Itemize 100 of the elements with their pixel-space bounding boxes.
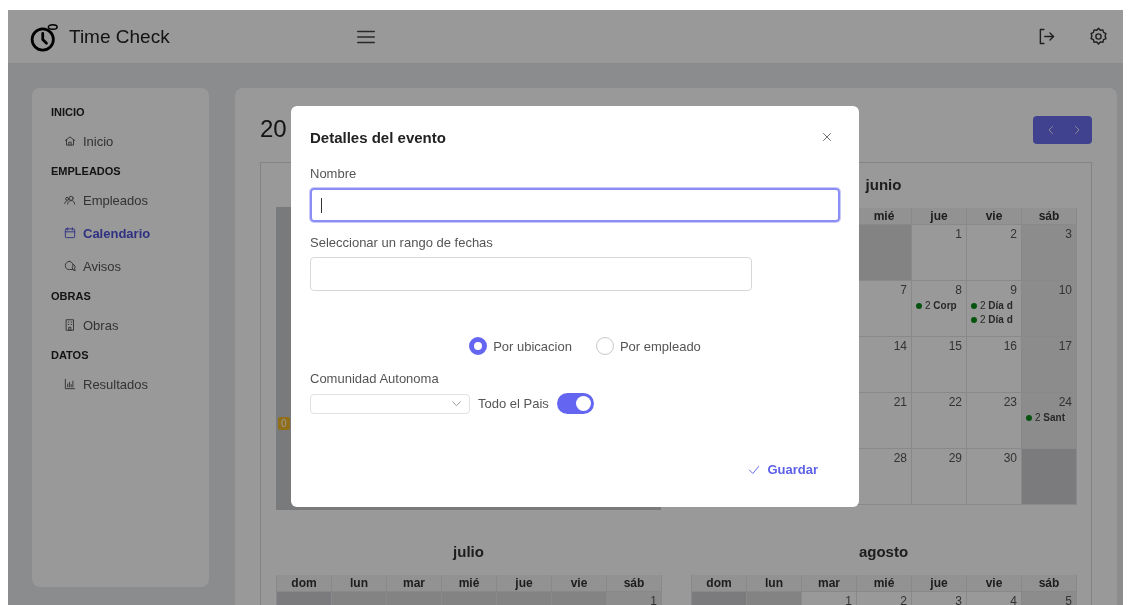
day-number: 23 bbox=[1003, 395, 1017, 409]
sidebar-item[interactable]: Empleados bbox=[63, 187, 149, 213]
month-nav-button[interactable] bbox=[1033, 116, 1092, 144]
section-heading: INICIO bbox=[51, 105, 85, 120]
calendar-cell[interactable]: 2 bbox=[967, 225, 1022, 281]
weekday-header: vie bbox=[967, 575, 1022, 592]
month-title: junio bbox=[864, 175, 903, 195]
calendar-cell[interactable]: 1 bbox=[607, 592, 662, 605]
weekday-header: vie bbox=[967, 208, 1022, 225]
home-icon bbox=[63, 134, 77, 148]
calendar-cell[interactable]: 1 bbox=[912, 225, 967, 281]
sidebar-item[interactable]: Calendario bbox=[63, 220, 151, 246]
field-label: Nombre bbox=[310, 166, 357, 181]
calendar-cell[interactable]: 15 bbox=[912, 337, 967, 393]
settings-icon[interactable] bbox=[1088, 26, 1109, 47]
calendar-cell[interactable]: 28 bbox=[857, 449, 912, 505]
sidebar-item[interactable]: Resultados bbox=[63, 371, 149, 397]
month-title: agosto bbox=[857, 542, 910, 562]
stopwatch-icon bbox=[29, 21, 59, 52]
day-number: 24 bbox=[1058, 395, 1072, 409]
sidebar-item[interactable]: Avisos bbox=[63, 253, 122, 279]
calendar-cell[interactable]: 21 bbox=[857, 393, 912, 449]
day-number: 1 bbox=[845, 594, 852, 605]
people-icon bbox=[63, 193, 77, 207]
day-number: 15 bbox=[948, 339, 962, 353]
radio-button[interactable] bbox=[595, 337, 614, 355]
event-dot bbox=[916, 302, 922, 309]
bar-chart-icon bbox=[63, 377, 77, 391]
weekday-header: vie bbox=[552, 575, 607, 592]
day-number: 2 bbox=[1010, 227, 1017, 241]
calendar-cell[interactable]: 16 bbox=[967, 337, 1022, 393]
sidebar-item[interactable]: Inicio bbox=[63, 128, 114, 154]
day-number: 1 bbox=[650, 594, 657, 605]
calendar-cell[interactable] bbox=[857, 225, 912, 281]
sidebar-item[interactable]: Obras bbox=[63, 312, 119, 338]
building-icon bbox=[63, 318, 77, 332]
day-number: 3 bbox=[955, 594, 962, 605]
dialog-title: Detalles del evento bbox=[310, 128, 446, 146]
radio-label[interactable]: Por ubicacion bbox=[493, 338, 572, 354]
calendar-cell[interactable]: 30 bbox=[967, 449, 1022, 505]
weekday-header: lun bbox=[332, 575, 387, 592]
save-button[interactable]: Guardar bbox=[747, 458, 818, 481]
day-number: 8 bbox=[955, 283, 962, 297]
event-label[interactable]: 2 Corp bbox=[925, 300, 957, 311]
calendar-cell[interactable] bbox=[1022, 449, 1077, 505]
weekday-header: sáb bbox=[607, 575, 662, 592]
calendar-cell[interactable]: 3 bbox=[1022, 225, 1077, 281]
day-number: 5 bbox=[1065, 594, 1072, 605]
day-number: 17 bbox=[1058, 339, 1072, 353]
day-number: 4 bbox=[1010, 594, 1017, 605]
calendar-cell[interactable]: 22 bbox=[912, 393, 967, 449]
day-number: 28 bbox=[893, 451, 907, 465]
weekday-header: sáb bbox=[1022, 575, 1077, 592]
calendar-cell[interactable]: 7 bbox=[857, 281, 912, 337]
event-dot bbox=[1026, 414, 1032, 421]
weekday-header: jue bbox=[497, 575, 552, 592]
dropdown-field[interactable] bbox=[310, 393, 470, 414]
calendar-cell[interactable]: 5 bbox=[1022, 592, 1077, 605]
section-heading: OBRAS bbox=[51, 289, 91, 304]
toggle-switch[interactable] bbox=[556, 393, 594, 414]
close-icon[interactable] bbox=[820, 130, 834, 144]
field-label: Comunidad Autonoma bbox=[310, 371, 439, 386]
day-number: 22 bbox=[948, 395, 962, 409]
year-title: 20 bbox=[260, 115, 287, 143]
event-dot bbox=[971, 302, 977, 309]
weekday-header: jue bbox=[912, 208, 967, 225]
event-label[interactable]: 2 Sant bbox=[1035, 412, 1065, 423]
calendar-cell[interactable]: 23 bbox=[967, 393, 1022, 449]
calendar-cell[interactable]: 8 2 Corp bbox=[912, 281, 967, 337]
day-number: 1 bbox=[955, 227, 962, 241]
section-heading: EMPLEADOS bbox=[51, 164, 121, 179]
event-dot bbox=[971, 316, 977, 323]
count-badge: 0 bbox=[278, 417, 290, 430]
calendar-icon bbox=[63, 226, 77, 240]
weekday-header: mié bbox=[442, 575, 497, 592]
calendar-cell[interactable]: 29 bbox=[912, 449, 967, 505]
calendar-cell[interactable]: 10 bbox=[1022, 281, 1077, 337]
day-number: 16 bbox=[1003, 339, 1017, 353]
calendar-cell[interactable]: 24 2 Sant bbox=[1022, 393, 1077, 449]
radio-label[interactable]: Por empleado bbox=[619, 338, 701, 354]
toggle-label: Todo el Pais bbox=[478, 396, 549, 411]
calendar-cell[interactable]: 9 2 Día d 2 Día d bbox=[967, 281, 1022, 337]
section-heading: DATOS bbox=[51, 348, 89, 363]
weekday-header: sáb bbox=[1022, 208, 1077, 225]
event-label[interactable]: 2 Día d bbox=[980, 314, 1013, 325]
day-number: 3 bbox=[1065, 227, 1072, 241]
field-label: Seleccionar un rango de fechas bbox=[310, 235, 493, 250]
weekday-header: lun bbox=[747, 575, 802, 592]
weekday-header: mar bbox=[387, 575, 442, 592]
calendar-cell[interactable]: 17 bbox=[1022, 337, 1077, 393]
weekday-header: jue bbox=[912, 575, 967, 592]
app-title: Time Check bbox=[69, 25, 170, 48]
weekday-header: dom bbox=[277, 575, 332, 592]
event-label[interactable]: 2 Día d bbox=[980, 300, 1013, 311]
calendar-cell[interactable]: 14 bbox=[857, 337, 912, 393]
day-number: 7 bbox=[900, 283, 907, 297]
radio-button[interactable] bbox=[469, 337, 488, 355]
month-title: julio bbox=[451, 542, 485, 562]
weekday-header: mar bbox=[802, 575, 857, 592]
input-field[interactable] bbox=[310, 188, 840, 222]
